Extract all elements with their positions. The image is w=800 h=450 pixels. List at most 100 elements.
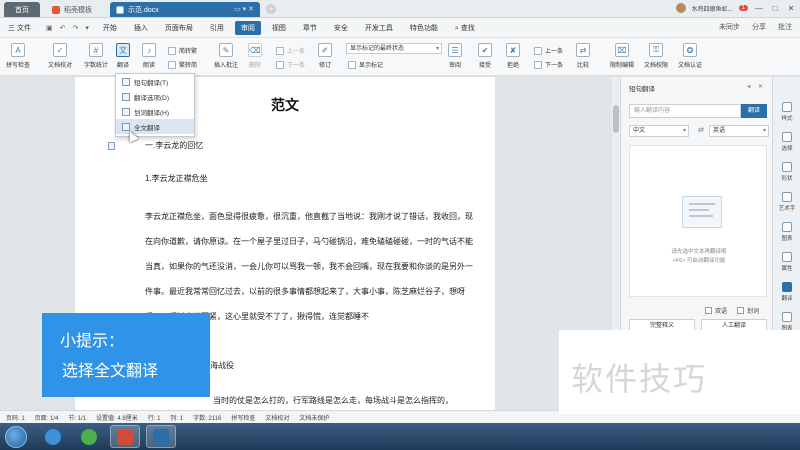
side-wordart-button[interactable]: 艺术字 bbox=[773, 192, 800, 212]
taskbar-wps[interactable] bbox=[146, 425, 176, 448]
word-checkbox[interactable]: 划词 bbox=[737, 306, 759, 315]
accept-button[interactable]: ✔ 接受 bbox=[478, 43, 492, 69]
word-translate-icon bbox=[122, 107, 130, 116]
undo-icon[interactable]: ↶ bbox=[60, 24, 66, 32]
button-label: 下一条 bbox=[545, 63, 564, 69]
to-simplified-button[interactable]: 繁转简 bbox=[168, 60, 197, 69]
side-properties-button[interactable]: 属性 bbox=[773, 252, 800, 272]
delete-button[interactable]: ⌫ 删除 bbox=[248, 43, 262, 69]
side-select-button[interactable]: 选择 bbox=[773, 132, 800, 152]
translate-submit-button[interactable]: 翻译 bbox=[741, 104, 767, 118]
doc-permission-button[interactable]: ⚿ 文档权限 bbox=[644, 43, 668, 69]
word-count-button[interactable]: # 字数统计 bbox=[84, 43, 108, 69]
markup-mode-select[interactable]: 显示标记的最终状态 bbox=[346, 43, 442, 54]
tab-document[interactable]: 示范.docx ▭ ▾ ✕ bbox=[110, 2, 260, 17]
target-language-select[interactable]: 英语 bbox=[709, 125, 769, 137]
tab-controls-icon[interactable]: ▭ ▾ ✕ bbox=[234, 5, 254, 13]
menu-item-start[interactable]: 开始 bbox=[97, 21, 123, 35]
status-word-count[interactable]: 字数: 2116 bbox=[193, 413, 221, 422]
read-aloud-button[interactable]: ♪ 朗读 bbox=[142, 43, 156, 69]
redo-icon[interactable]: ↷ bbox=[73, 24, 79, 32]
start-button[interactable] bbox=[5, 426, 27, 448]
status-section: 节: 1/1 bbox=[68, 415, 87, 422]
translate-input[interactable]: 输入翻译内容 bbox=[629, 104, 741, 118]
taskbar-security[interactable] bbox=[74, 425, 104, 448]
button-label: 比较 bbox=[576, 63, 589, 69]
more-icon[interactable]: ▾ bbox=[85, 24, 89, 32]
next-icon bbox=[534, 60, 542, 69]
maximize-icon[interactable]: □ bbox=[770, 4, 780, 13]
tab-home[interactable]: 首页 bbox=[4, 2, 40, 17]
button-label: 朗读 bbox=[142, 63, 155, 69]
paragraph-marker-icon[interactable] bbox=[108, 142, 115, 150]
button-label: 文档认证 bbox=[678, 63, 703, 69]
button-label: 繁转简 bbox=[179, 63, 198, 69]
menu-item-devtools[interactable]: 开发工具 bbox=[359, 21, 399, 35]
prev-change-button[interactable]: 上一条 bbox=[534, 46, 563, 55]
menu-item-security[interactable]: 安全 bbox=[328, 21, 354, 35]
source-language-select[interactable]: 中文 bbox=[629, 125, 689, 137]
menu-search[interactable]: ⌕ 查找 bbox=[449, 21, 481, 35]
menu-item-features[interactable]: 特色功能 bbox=[404, 21, 444, 35]
status-proof[interactable]: 文档校对 bbox=[265, 413, 289, 422]
prev-comment-button[interactable]: 上一条 bbox=[276, 46, 305, 55]
side-translate-button[interactable]: 翻译 bbox=[773, 282, 800, 302]
status-page[interactable]: 页面: 1/4 bbox=[35, 413, 59, 422]
menu-item-word-translate[interactable]: 划词翻译(H) bbox=[116, 104, 194, 119]
notification-badge[interactable]: 1 bbox=[738, 5, 748, 11]
taskbar-media[interactable] bbox=[110, 425, 140, 448]
status-spellcheck[interactable]: 拼写检查 bbox=[231, 413, 255, 422]
reject-button[interactable]: ✘ 拒绝 bbox=[506, 43, 520, 69]
spellcheck-button[interactable]: A 拼写检查 bbox=[6, 43, 30, 69]
bilingual-checkbox[interactable]: 双语 bbox=[705, 306, 727, 315]
button-label: 文档权限 bbox=[644, 63, 669, 69]
menu-item-reference[interactable]: 引用 bbox=[204, 21, 230, 35]
review-pane-button[interactable]: ☰ 审阅 bbox=[448, 43, 462, 69]
taskbar bbox=[0, 423, 800, 450]
side-style-button[interactable]: 样式 bbox=[773, 102, 800, 122]
delete-icon: ⌫ bbox=[248, 43, 262, 57]
swap-language-icon[interactable]: ⇄ bbox=[694, 125, 708, 137]
menu-item-translate-options[interactable]: 翻译选项(D) bbox=[116, 89, 194, 104]
doc-proof-button[interactable]: ✓ 文档校对 bbox=[48, 43, 72, 69]
menu-item-short-translate[interactable]: 短句翻译(T) bbox=[116, 74, 194, 89]
translate-button[interactable]: 文翻译 bbox=[116, 43, 130, 69]
side-chart-button[interactable]: 图表 bbox=[773, 222, 800, 242]
side-chart2-button[interactable]: 图表 bbox=[773, 312, 800, 332]
panel-controls-icon[interactable]: ◂ ✕ bbox=[747, 83, 766, 90]
close-icon[interactable]: ✕ bbox=[786, 4, 796, 13]
permission-icon: ⚿ bbox=[649, 43, 663, 57]
scroll-thumb[interactable] bbox=[613, 105, 619, 133]
button-label: 删除 bbox=[248, 63, 261, 69]
side-label: 属性 bbox=[781, 266, 793, 272]
hint-title: 小提示： bbox=[60, 333, 125, 350]
minimize-icon[interactable]: — bbox=[754, 4, 764, 13]
compare-button[interactable]: ⇄ 比较 bbox=[576, 43, 590, 69]
tab-docer-templates[interactable]: 稻壳模板 bbox=[46, 2, 106, 17]
next-comment-button[interactable]: 下一条 bbox=[276, 60, 305, 69]
next-change-button[interactable]: 下一条 bbox=[534, 60, 563, 69]
menu-item-layout[interactable]: 页面布局 bbox=[159, 21, 199, 35]
new-tab-button[interactable]: + bbox=[266, 4, 276, 14]
avatar[interactable] bbox=[675, 3, 686, 13]
comment-button[interactable]: 批注 bbox=[778, 22, 792, 32]
insert-comment-button[interactable]: ✎ 插入批注 bbox=[214, 43, 238, 69]
to-traditional-button[interactable]: 简转繁 bbox=[168, 46, 197, 55]
menu-item-view[interactable]: 视图 bbox=[266, 21, 292, 35]
show-markup-button[interactable]: 显示标记 bbox=[348, 60, 383, 69]
user-name[interactable]: 水鸡四娘鱼虹... bbox=[692, 4, 733, 13]
revise-button[interactable]: ✐ 修订 bbox=[318, 43, 332, 69]
doc-auth-button[interactable]: ✪ 文档认证 bbox=[678, 43, 702, 69]
menu-item-review[interactable]: 审阅 bbox=[234, 20, 261, 35]
share-button[interactable]: 分享 bbox=[752, 22, 766, 32]
status-protection[interactable]: 文档未保护 bbox=[299, 413, 329, 422]
tab-label: 稻壳模板 bbox=[64, 6, 92, 14]
side-shape-button[interactable]: 形状 bbox=[773, 162, 800, 182]
sync-button[interactable]: 未同步 bbox=[719, 22, 740, 32]
restrict-edit-button[interactable]: ⌧ 限制编辑 bbox=[610, 43, 634, 69]
menu-item-insert[interactable]: 插入 bbox=[128, 21, 154, 35]
save-icon[interactable]: ▣ bbox=[46, 24, 53, 32]
file-menu[interactable]: 三 文件 bbox=[8, 23, 46, 33]
menu-item-chapter[interactable]: 章节 bbox=[297, 21, 323, 35]
taskbar-ie[interactable] bbox=[38, 425, 68, 448]
